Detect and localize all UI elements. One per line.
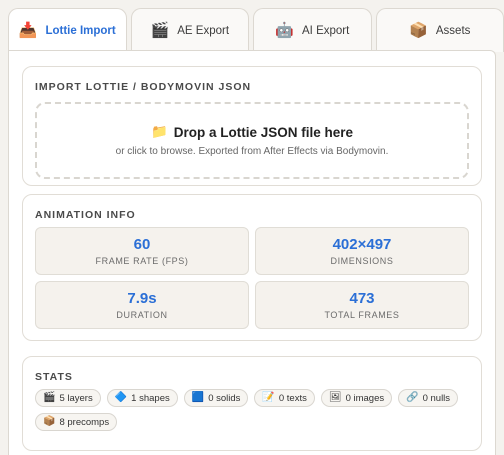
stat-solids: 🟦 0 solids [183, 389, 249, 407]
stats-title: STATS [35, 371, 73, 383]
blue-square-icon: 🟦 [191, 392, 205, 403]
tab-ae-export[interactable]: 🎬 AE Export [130, 8, 250, 52]
info-value: 473 [349, 290, 375, 307]
package-icon: 📦 [43, 416, 56, 427]
package-icon: 📦 [409, 22, 428, 39]
info-label: FRAME RATE (FPS) [95, 256, 189, 266]
clapper-board-icon: 🎬 [43, 392, 56, 403]
import-title: IMPORT LOTTIE / BODYMOVIN JSON [35, 81, 252, 93]
stats-card: STATS 🎬 5 layers 🔷 1 shapes 🟦 0 solids 📝… [22, 356, 482, 451]
tab-label: AI Export [302, 24, 350, 37]
info-dimensions: 402×497 DIMENSIONS [255, 227, 469, 275]
memo-icon: 📝 [262, 392, 275, 403]
stat-texts: 📝 0 texts [254, 389, 315, 407]
info-total-frames: 473 TOTAL FRAMES [255, 281, 469, 329]
folder-icon: 📁 [150, 124, 168, 139]
info-label: DURATION [116, 310, 168, 320]
info-value: 7.9s [127, 290, 157, 307]
stat-label: 0 images [345, 392, 385, 404]
tab-lottie-import[interactable]: 📥 Lottie Import [8, 8, 127, 52]
animation-info-card: ANIMATION INFO 60 FRAME RATE (FPS) 402×4… [22, 194, 482, 341]
clapper-board-icon: 🎬 [150, 22, 170, 39]
import-card: IMPORT LOTTIE / BODYMOVIN JSON 📁 Drop a … [22, 66, 482, 186]
stat-label: 0 solids [208, 392, 241, 404]
stat-label: 1 shapes [131, 392, 170, 404]
inbox-tray-icon: 📥 [18, 22, 38, 39]
blue-diamond-icon: 🔷 [114, 392, 128, 403]
tab-bar: 📥 Lottie Import 🎬 AE Export 🤖 AI Export … [0, 0, 504, 52]
tab-label: Assets [435, 24, 471, 37]
tab-panel: IMPORT LOTTIE / BODYMOVIN JSON 📁 Drop a … [8, 50, 496, 455]
stat-label: 5 layers [59, 392, 93, 404]
dropzone-subtitle: or click to browse. Exported from After … [115, 146, 389, 157]
stat-layers: 🎬 5 layers [35, 389, 101, 407]
stat-label: 0 nulls [422, 392, 451, 404]
stat-label: 0 texts [278, 392, 307, 404]
dropzone-title-text: Drop a Lottie JSON file here [173, 124, 354, 140]
tab-label: AE Export [177, 24, 230, 37]
link-icon: 🔗 [406, 392, 419, 403]
info-title: ANIMATION INFO [35, 209, 136, 221]
stat-images: 🖼 0 images [320, 389, 393, 407]
tab-ai-export[interactable]: 🤖 AI Export [253, 8, 372, 52]
stats-list: 🎬 5 layers 🔷 1 shapes 🟦 0 solids 📝 0 tex… [35, 389, 469, 431]
info-label: DIMENSIONS [330, 256, 394, 266]
tab-label: Lottie Import [45, 24, 116, 37]
info-value: 60 [133, 236, 151, 253]
info-label: TOTAL FRAMES [324, 310, 400, 320]
stat-label: 8 precomps [59, 416, 110, 428]
info-duration: 7.9s DURATION [35, 281, 249, 329]
robot-icon: 🤖 [275, 22, 295, 39]
info-frame-rate: 60 FRAME RATE (FPS) [35, 227, 249, 275]
json-dropzone[interactable]: 📁 Drop a Lottie JSON file here or click … [35, 102, 469, 179]
stat-precomps: 📦 8 precomps [35, 413, 118, 431]
stat-nulls: 🔗 0 nulls [398, 389, 459, 407]
dropzone-title: 📁 Drop a Lottie JSON file here [151, 124, 353, 140]
framed-picture-icon: 🖼 [328, 392, 342, 403]
info-grid: 60 FRAME RATE (FPS) 402×497 DIMENSIONS 7… [35, 227, 469, 329]
tab-assets[interactable]: 📦 Assets [375, 8, 504, 52]
stat-shapes: 🔷 1 shapes [106, 389, 178, 407]
info-value: 402×497 [332, 236, 392, 253]
